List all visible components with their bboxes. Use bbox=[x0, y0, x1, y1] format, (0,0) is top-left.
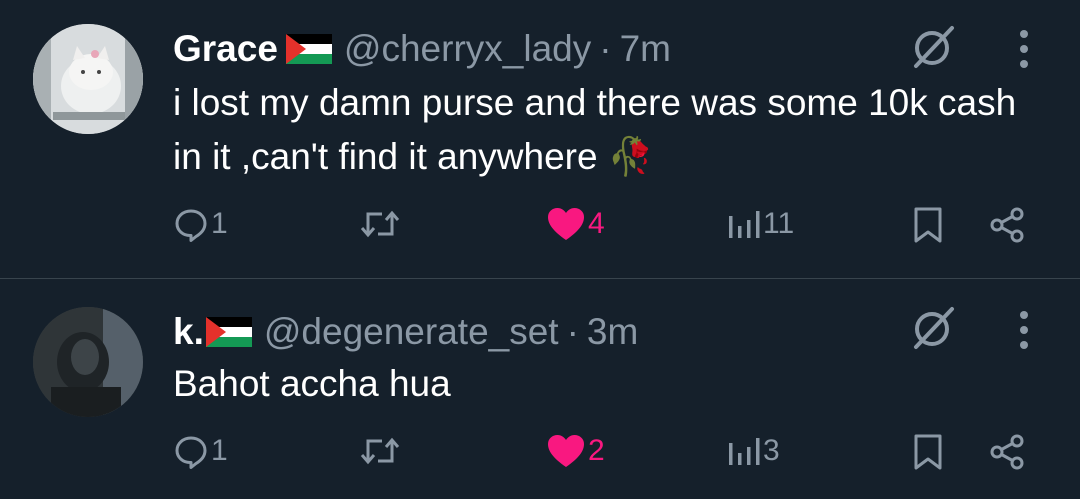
tweet-1[interactable]: Grace @cherryx_lady · 7m i lost my damn … bbox=[0, 0, 1080, 279]
more-icon[interactable] bbox=[1016, 26, 1032, 72]
grok-icon[interactable] bbox=[910, 24, 956, 70]
like-count: 4 bbox=[588, 207, 605, 240]
avatar-image bbox=[33, 307, 143, 417]
tweet-text: Bahot accha hua bbox=[173, 363, 451, 404]
handle[interactable]: @degenerate_set bbox=[264, 311, 559, 353]
reply-count: 1 bbox=[211, 207, 228, 240]
timestamp[interactable]: 3m bbox=[587, 311, 638, 353]
bookmark-icon bbox=[912, 433, 944, 471]
views-button[interactable]: 3 bbox=[727, 433, 780, 469]
action-bar: 1 4 11 bbox=[0, 206, 1080, 256]
display-name[interactable]: Grace bbox=[173, 28, 278, 70]
retweet-button[interactable] bbox=[358, 433, 402, 469]
views-button[interactable]: 11 bbox=[727, 206, 794, 242]
bookmark-button[interactable] bbox=[912, 433, 944, 471]
retweet-button[interactable] bbox=[358, 206, 402, 242]
avatar-image bbox=[33, 24, 143, 134]
avatar-k[interactable] bbox=[33, 307, 143, 417]
reply-count: 1 bbox=[211, 434, 228, 467]
retweet-icon bbox=[358, 433, 402, 469]
share-icon bbox=[988, 433, 1026, 471]
reply-button[interactable]: 1 bbox=[173, 206, 228, 242]
more-icon[interactable] bbox=[1016, 307, 1032, 353]
retweet-icon bbox=[358, 206, 402, 242]
action-bar: 1 2 3 bbox=[0, 433, 1080, 483]
like-button[interactable]: 4 bbox=[546, 206, 605, 242]
views-icon bbox=[727, 433, 761, 469]
separator: · bbox=[566, 311, 579, 352]
tweet-text: i lost my damn purse and there was some … bbox=[173, 82, 1017, 177]
handle[interactable]: @cherryx_lady bbox=[344, 28, 591, 70]
tweet-2[interactable]: k. @degenerate_set · 3m Bahot accha hua bbox=[0, 279, 1080, 499]
palestine-flag-icon bbox=[205, 317, 252, 347]
tweet-header: Grace @cherryx_lady · 7m bbox=[173, 24, 671, 74]
share-button[interactable] bbox=[988, 433, 1026, 471]
avatar-grace[interactable] bbox=[33, 24, 143, 134]
bookmark-button[interactable] bbox=[912, 206, 944, 244]
like-icon bbox=[546, 433, 586, 469]
share-icon bbox=[988, 206, 1026, 244]
views-count: 11 bbox=[763, 207, 795, 240]
grok-icon[interactable] bbox=[910, 305, 956, 351]
palestine-flag-icon bbox=[285, 34, 332, 64]
views-icon bbox=[727, 206, 761, 242]
like-icon bbox=[546, 206, 586, 242]
display-name[interactable]: k. bbox=[173, 311, 204, 353]
reply-icon bbox=[173, 206, 209, 242]
tweet-header: k. @degenerate_set · 3m bbox=[173, 307, 638, 357]
bookmark-icon bbox=[912, 206, 944, 244]
reply-button[interactable]: 1 bbox=[173, 433, 228, 469]
share-button[interactable] bbox=[988, 206, 1026, 244]
views-count: 3 bbox=[763, 434, 780, 467]
timestamp[interactable]: 7m bbox=[620, 28, 671, 70]
reply-icon bbox=[173, 433, 209, 469]
like-count: 2 bbox=[588, 434, 605, 467]
like-button[interactable]: 2 bbox=[546, 433, 605, 469]
separator: · bbox=[599, 28, 612, 69]
